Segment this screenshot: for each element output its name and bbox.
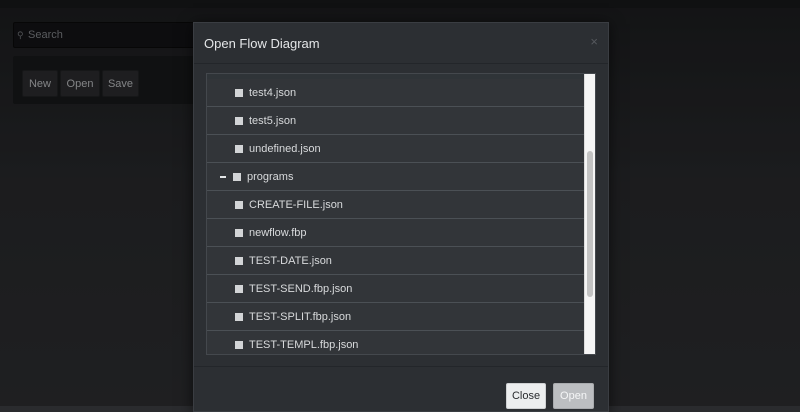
tree-item-file[interactable]: TEST-DATE.json [207, 247, 585, 275]
file-icon [235, 256, 243, 265]
tree-item-label: TEST-DATE.json [249, 254, 332, 267]
close-icon[interactable]: × [590, 34, 598, 49]
list-scrollbar[interactable] [584, 74, 595, 354]
collapse-icon[interactable] [220, 175, 226, 178]
scroll-thumb[interactable] [587, 151, 593, 297]
file-tree[interactable]: test4.json test5.json undefined.json pro… [206, 73, 596, 355]
file-icon [235, 228, 243, 237]
tree-item-file[interactable]: TEST-SPLIT.fbp.json [207, 303, 585, 331]
open-dialog-button[interactable]: Open [553, 383, 594, 409]
tree-item-label: test4.json [249, 86, 297, 99]
tree-item-folder[interactable]: programs [207, 163, 585, 191]
top-bar [0, 0, 800, 8]
tree-item-file[interactable]: TEST-TEMPL.fbp.json [207, 331, 585, 354]
dialog-footer: Close Open [194, 366, 608, 412]
tree-item-label: programs [247, 170, 294, 183]
tree-item-label: undefined.json [249, 142, 321, 155]
tree-item-label: newflow.fbp [249, 226, 307, 239]
file-icon [235, 88, 243, 97]
file-icon [235, 312, 243, 321]
tree-item-file[interactable]: newflow.fbp [207, 219, 585, 247]
tree-item-label: TEST-SEND.fbp.json [249, 282, 353, 295]
file-icon [235, 200, 243, 209]
file-icon [235, 144, 243, 153]
tree-item-file[interactable]: CREATE-FILE.json [207, 191, 585, 219]
file-icon [235, 116, 243, 125]
tree-item-file[interactable]: TEST-SEND.fbp.json [207, 275, 585, 303]
close-button[interactable]: Close [506, 383, 546, 409]
tree-item-file[interactable]: test4.json [207, 79, 585, 107]
tree-item-label: CREATE-FILE.json [249, 198, 343, 211]
tree-item-label: test5.json [249, 114, 297, 127]
tree-item-file[interactable]: test5.json [207, 107, 585, 135]
tree-item-label: TEST-SPLIT.fbp.json [249, 310, 352, 323]
dialog-header: Open Flow Diagram × [194, 23, 608, 64]
tree-item-file[interactable]: undefined.json [207, 135, 585, 163]
open-flow-dialog: Open Flow Diagram × test4.json test5.jso… [193, 22, 609, 412]
file-icon [235, 340, 243, 349]
tree-item-label: TEST-TEMPL.fbp.json [249, 338, 359, 351]
file-icon [235, 284, 243, 293]
folder-icon [233, 172, 241, 181]
dialog-title: Open Flow Diagram [204, 36, 320, 51]
